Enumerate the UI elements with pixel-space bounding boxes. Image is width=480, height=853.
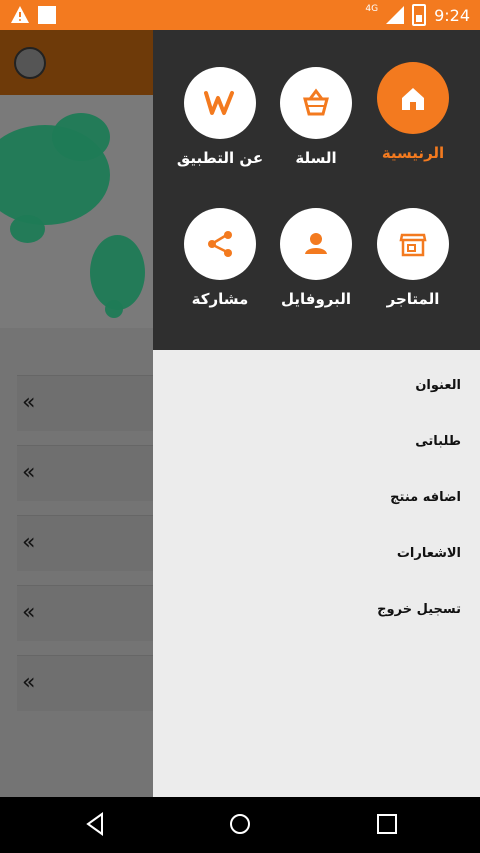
paint-splash [10,215,45,243]
home-nav-icon[interactable] [228,811,252,837]
share-icon [208,231,232,257]
battery-icon [412,4,427,26]
clock: 9:24 [434,5,470,25]
tile-profile-label: البروفايل [280,290,352,308]
drawer-header: الرنيسية السلة عن التطبيق المتاجر البروف… [153,30,480,350]
app-logo-icon [204,91,234,115]
tile-basket-label: السلة [295,149,337,167]
paint-splash [52,113,110,161]
store-icon [399,233,427,257]
double-chevron-icon: « [22,670,36,695]
tile-share-label: مشاركة [191,290,249,308]
profile-circle [280,208,352,280]
menu-item-add-product[interactable]: اضافه منتج [390,490,461,505]
avatar[interactable] [14,47,46,79]
paint-splash [90,235,145,310]
stores-circle [377,208,449,280]
status-bar: 4G 9:24 [0,0,480,30]
menu-item-address[interactable]: العنوان [415,378,461,393]
profile-icon [305,233,327,254]
menu-item-notifications[interactable]: الاشعارات [397,546,461,561]
paint-splash [105,300,123,318]
tile-stores[interactable]: المتاجر [365,208,461,328]
share-circle [184,208,256,280]
home-circle [377,62,449,134]
double-chevron-icon: « [22,460,36,485]
basket-circle [280,67,352,139]
recents-icon[interactable] [375,811,399,837]
list-row[interactable]: « [17,375,157,431]
double-chevron-icon: « [22,600,36,625]
home-icon [402,88,424,110]
status-left [10,5,56,25]
system-navigation-bar [0,797,480,853]
tile-profile[interactable]: البروفايل [268,208,364,328]
navigation-drawer: الرنيسية السلة عن التطبيق المتاجر البروف… [153,30,480,797]
list-row[interactable]: « [17,445,157,501]
tile-about-label: عن التطبيق [176,149,264,167]
menu-item-orders[interactable]: طلباتى [415,434,461,449]
signal-icon [386,6,405,24]
back-icon[interactable] [84,811,106,837]
warning-icon [11,6,29,23]
about-circle [184,67,256,139]
tile-stores-label: المتاجر [386,290,440,308]
tile-home-label: الرنيسية [381,144,445,162]
tile-share[interactable]: مشاركة [172,208,268,328]
tile-about[interactable]: عن التطبيق [172,67,268,187]
status-right: 4G 9:24 [365,4,470,26]
tile-home[interactable]: الرنيسية [365,62,461,182]
double-chevron-icon: « [22,530,36,555]
tile-basket[interactable]: السلة [268,67,364,187]
double-chevron-icon: « [22,390,36,415]
list-row[interactable]: « [17,585,157,641]
basket-icon [303,88,329,116]
list-row[interactable]: « [17,515,157,571]
menu-item-logout[interactable]: تسجيل خروج [377,602,461,617]
notification-square-icon [38,6,56,24]
list-row[interactable]: « [17,655,157,711]
network-type: 4G [365,4,379,14]
